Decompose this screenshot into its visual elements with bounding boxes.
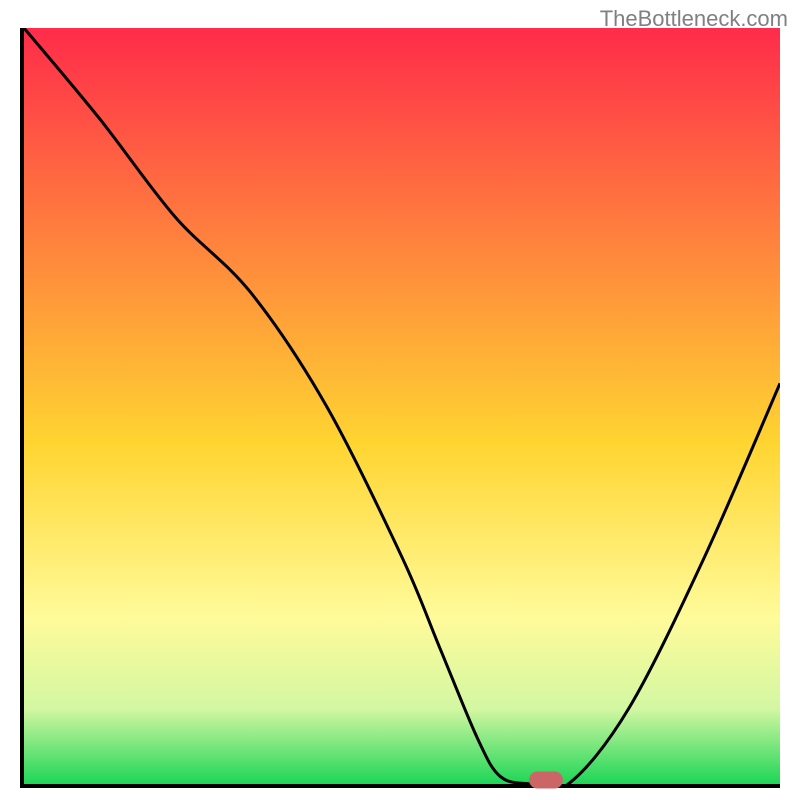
optimal-point-marker <box>529 772 563 789</box>
bottleneck-curve <box>24 28 780 784</box>
watermark-text: TheBottleneck.com <box>600 6 788 32</box>
bottleneck-chart <box>20 28 780 788</box>
